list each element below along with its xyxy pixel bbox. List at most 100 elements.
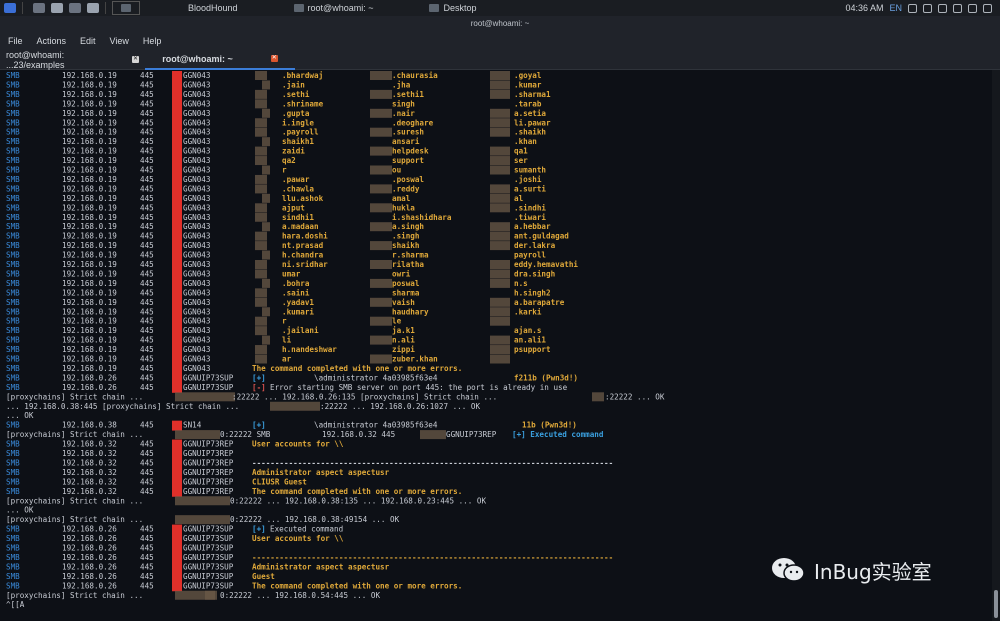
redacted-block: [262, 278, 270, 288]
redaction-mark: [172, 543, 182, 554]
proxychains-line: [proxychains] Strict chain ...: [6, 392, 143, 401]
menu-bar: File Actions Edit View Help: [0, 32, 1000, 50]
clock[interactable]: 04:36 AM: [845, 3, 883, 13]
redaction-mark: [172, 165, 182, 176]
proxychains-line: ... OK: [6, 506, 34, 515]
credential-line: \administrator 4a03985f63e4: [314, 421, 438, 430]
hostname: GGN043: [183, 241, 210, 250]
redacted-block: [255, 212, 267, 222]
redacted-block: [255, 269, 267, 279]
smb-protocol: SMB: [6, 336, 20, 345]
smb-protocol: SMB: [6, 137, 20, 146]
redacted-block: [490, 260, 510, 269]
username: .jha: [392, 80, 411, 89]
username: .reddy: [392, 184, 420, 193]
taskbar-item-bloodhound[interactable]: BloodHound: [180, 0, 246, 16]
hostname: GGN043: [183, 128, 210, 137]
proxychains-line: :22222 ... 192.168.0.26:135 [proxychains…: [232, 392, 497, 401]
smb-protocol: SMB: [6, 222, 20, 231]
redaction-mark: [172, 127, 182, 138]
smb-protocol: SMB: [6, 307, 20, 316]
ip-address: 192.168.0.26: [62, 373, 117, 382]
terminal-icon[interactable]: [69, 3, 81, 13]
redacted-block: [370, 71, 392, 80]
taskbar-item-desktop[interactable]: Desktop: [421, 0, 484, 16]
network-icon[interactable]: [908, 3, 917, 13]
proxychains-line: 0:22222 ... 192.168.0.38:135 ... 192.168…: [230, 496, 486, 505]
username: eddy.hemavathi: [514, 260, 578, 269]
username: rilatha: [392, 260, 424, 269]
ip-address: 192.168.0.19: [62, 355, 117, 364]
redacted-block: [490, 184, 510, 194]
volume-icon[interactable]: [923, 3, 932, 13]
ip-address: 192.168.0.32: [62, 449, 117, 458]
smb-protocol: SMB: [6, 440, 20, 449]
menu-help[interactable]: Help: [143, 36, 162, 46]
port: 445: [140, 213, 154, 222]
redaction-mark: [172, 534, 182, 544]
power-icon[interactable]: [983, 3, 992, 13]
redacted-block: [255, 89, 267, 99]
ip-address: 192.168.0.32: [62, 487, 117, 496]
redacted-block: [262, 165, 270, 175]
redacted-block: [370, 241, 392, 251]
redaction-mark: [172, 363, 182, 374]
redacted-block: [255, 146, 267, 156]
ip-address: 192.168.0.19: [62, 99, 117, 108]
redaction-mark: [172, 524, 182, 535]
username: support: [392, 156, 424, 165]
username: h.singh2: [514, 288, 551, 297]
ip-address: 192.168.0.19: [62, 269, 117, 278]
terminal-output[interactable]: SMB 192.168.0.19 445 GGN043 .bhardwaj .chaura…: [0, 70, 992, 621]
folder-icon[interactable]: [51, 3, 63, 13]
files-icon[interactable]: [33, 3, 45, 13]
redacted-block: [255, 288, 267, 298]
menu-view[interactable]: View: [110, 36, 129, 46]
username: .chaurasia: [392, 71, 438, 80]
close-icon[interactable]: ✕: [270, 55, 278, 62]
taskbar-item-terminal[interactable]: root@whoami: ~: [286, 0, 382, 16]
hostname: GGN043: [183, 137, 210, 146]
redacted-block: [490, 127, 510, 137]
ip-address: 192.168.0.19: [62, 307, 117, 316]
redacted-block: [262, 222, 270, 232]
kali-menu-icon[interactable]: [4, 3, 16, 13]
notification-icon[interactable]: [953, 3, 962, 13]
ip-address: 192.168.0.19: [62, 336, 117, 345]
username: li: [282, 336, 292, 345]
smb-protocol: SMB: [6, 373, 20, 382]
blank-window-icon[interactable]: [87, 3, 99, 13]
redacted-block: [490, 335, 510, 345]
hostname: GGN043: [183, 99, 210, 108]
scrollbar[interactable]: [992, 70, 1000, 621]
username: llu.ashok: [282, 194, 324, 203]
close-icon[interactable]: ✕: [132, 56, 139, 63]
menu-actions[interactable]: Actions: [37, 36, 67, 46]
redacted-block: [490, 89, 510, 99]
port: 445: [140, 222, 154, 231]
redaction-mark: [172, 552, 182, 563]
hostname: GGN043: [183, 203, 210, 212]
battery-icon[interactable]: [938, 3, 947, 13]
lock-icon[interactable]: [968, 3, 977, 13]
taskbar-show-desktop[interactable]: [112, 1, 140, 15]
redacted-block: [490, 278, 510, 288]
keyboard-layout[interactable]: EN: [889, 3, 902, 13]
menu-edit[interactable]: Edit: [80, 36, 96, 46]
tab-home[interactable]: root@whoami: ~ ✕: [145, 50, 295, 70]
scrollbar-thumb[interactable]: [994, 590, 998, 618]
username: .poswal: [392, 175, 424, 184]
username: ni.sridhar: [282, 260, 328, 269]
smb-protocol: SMB: [6, 553, 20, 562]
ip-address: 192.168.0.19: [62, 298, 117, 307]
username: .deoghare: [392, 118, 434, 127]
username: haudhary: [392, 307, 429, 316]
success-marker: [+]: [252, 373, 266, 382]
command-output: Guest: [252, 572, 275, 581]
username: .sethi1: [392, 90, 424, 99]
port: 445: [140, 156, 154, 165]
tab-examples[interactable]: root@whoami: ...23/examples ✕: [0, 50, 145, 70]
redaction-mark: [172, 260, 182, 270]
proxychains-line: :22222 ... OK: [605, 392, 665, 401]
menu-file[interactable]: File: [8, 36, 23, 46]
